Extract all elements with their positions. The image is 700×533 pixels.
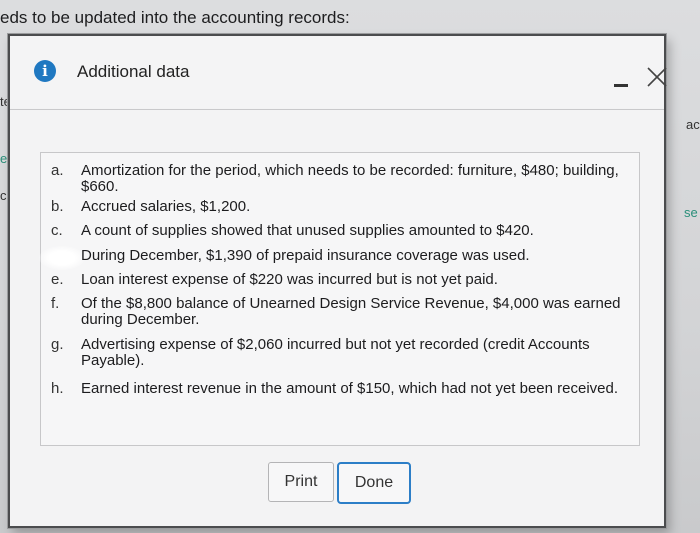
background-fragment: ac	[686, 117, 700, 132]
dialog-title: Additional data	[77, 62, 190, 81]
additional-data-dialog: i Additional data a. Amortization for th…	[8, 34, 667, 528]
item-text: Advertising expense of $2,060 incurred b…	[81, 336, 590, 369]
additional-data-list: a. Amortization for the period, which ne…	[39, 152, 640, 446]
done-button[interactable]: Done	[337, 462, 411, 504]
close-icon[interactable]	[644, 64, 670, 90]
item-letter: f.	[51, 295, 60, 312]
item-text: During December, $1,390 of prepaid insur…	[81, 247, 530, 264]
background-fragment: e	[0, 151, 8, 166]
item-text: Amortization for the period, which needs…	[81, 162, 619, 195]
item-letter: h.	[51, 380, 64, 397]
item-letter: c.	[51, 222, 63, 239]
item-text: Accrued salaries, $1,200.	[81, 198, 251, 215]
item-text: Of the $8,800 balance of Unearned Design…	[81, 295, 621, 328]
background-heading: eds to be updated into the accounting re…	[0, 8, 350, 27]
screen-glare	[39, 246, 85, 270]
item-text: Earned interest revenue in the amount of…	[81, 380, 619, 397]
background-fragment: se	[684, 205, 698, 220]
info-icon: i	[34, 60, 56, 82]
print-button[interactable]: Print	[268, 462, 334, 502]
item-letter: b.	[51, 198, 64, 215]
dialog-header: i Additional data	[10, 36, 667, 108]
item-letter: a.	[51, 162, 64, 179]
header-divider	[10, 109, 664, 110]
item-letter: g.	[51, 336, 64, 353]
minimize-icon[interactable]	[614, 84, 628, 87]
item-text: A count of supplies showed that unused s…	[81, 222, 534, 239]
item-letter: e.	[51, 271, 64, 288]
item-text: Loan interest expense of $220 was incurr…	[81, 271, 498, 288]
